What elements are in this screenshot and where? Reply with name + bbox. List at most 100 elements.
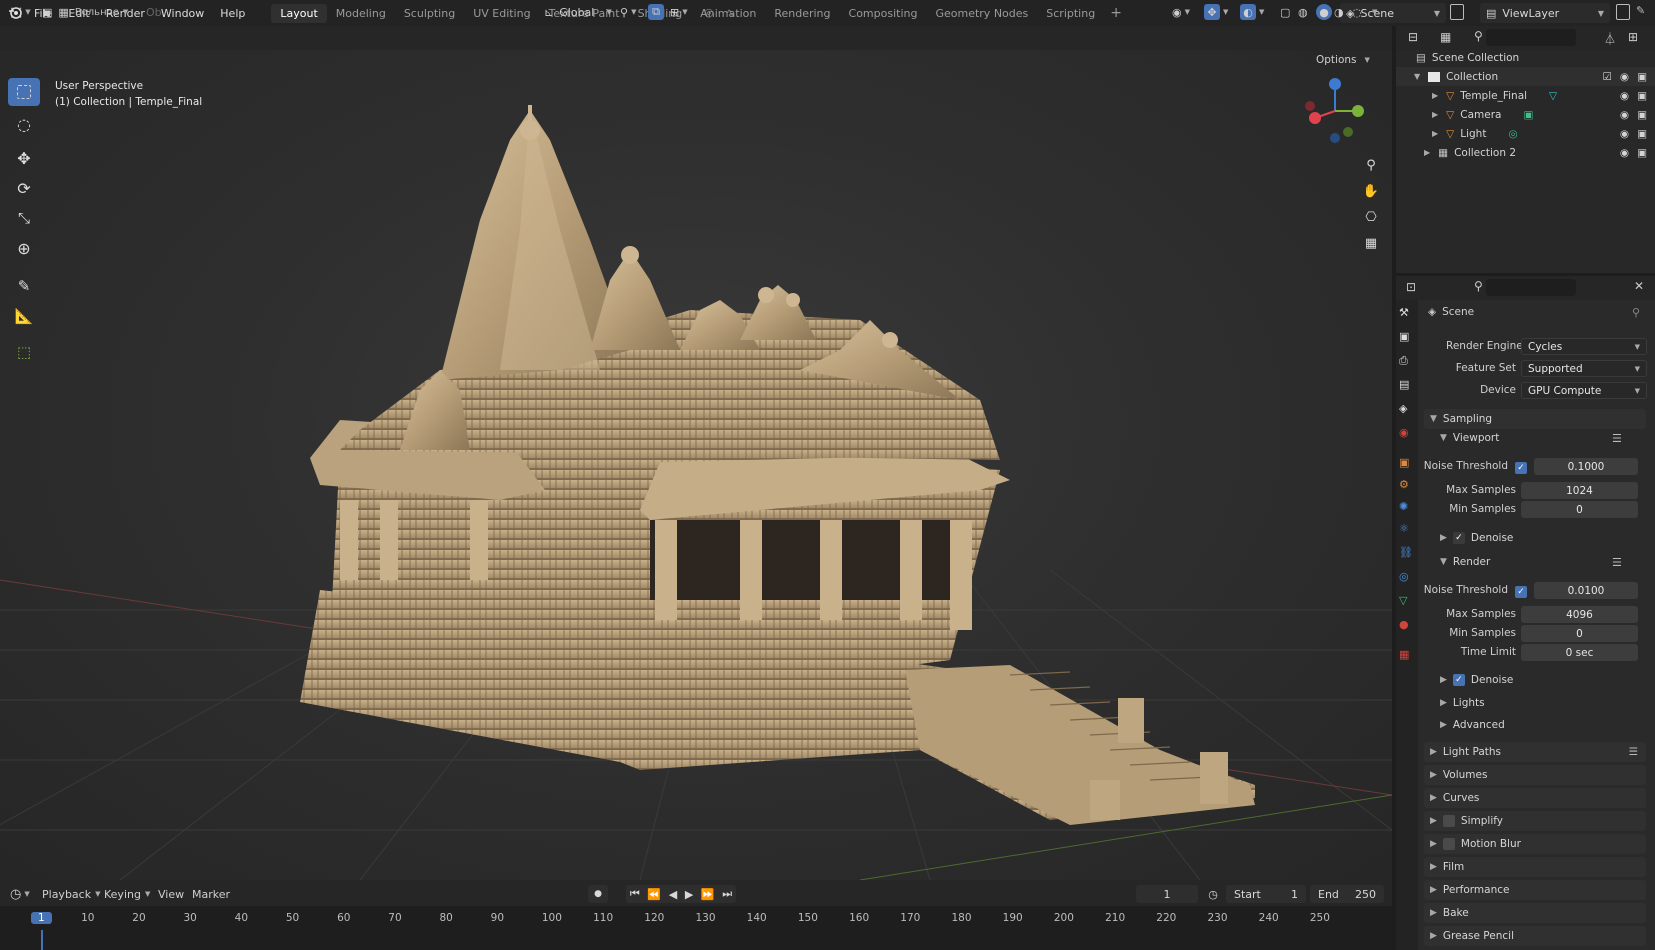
texture-tab-icon[interactable]: ▦ (1399, 648, 1415, 664)
overlay-toggle[interactable]: ◐ ▼ (1240, 3, 1264, 21)
properties-search-input[interactable] (1486, 279, 1576, 296)
render-min-samples-field[interactable]: 0 (1521, 625, 1638, 642)
view-menu[interactable]: Ob (146, 3, 162, 21)
device-dropdown[interactable]: GPU Compute ▼ (1521, 382, 1647, 399)
shading-material[interactable]: ◑ (1334, 3, 1344, 21)
render-max-samples-field[interactable]: 4096 (1521, 606, 1638, 623)
close-icon[interactable]: ✕ (1634, 279, 1644, 293)
exclude-checkbox-icon[interactable]: ☑ (1602, 71, 1611, 83)
timeline-track[interactable]: 1 10 20 30 40 50 60 70 80 90 100 110 120 130 140 150 160… (0, 906, 1392, 950)
jump-end-icon[interactable]: ⏭ (722, 887, 732, 901)
3d-viewport[interactable]: User Perspective (1) Collection | Temple… (0, 50, 1392, 880)
tool-select-box[interactable] (8, 78, 40, 106)
render-denoise-subpanel[interactable]: ▶ ✓ Denoise (1440, 674, 1513, 686)
gizmo-toggle[interactable]: ✥ ▼ (1204, 3, 1228, 21)
physics-tab-icon[interactable]: ⚛ (1399, 522, 1415, 538)
end-frame-field[interactable]: End 250 (1310, 885, 1384, 903)
outliner-row-collection[interactable]: ▼ Collection ☑ ◉ ▣ (1396, 67, 1655, 86)
start-frame-field[interactable]: Start 1 (1226, 885, 1306, 903)
new-collection-icon[interactable]: ⊞ (1628, 30, 1638, 44)
visibility-dropdown[interactable]: ◉ ▼ (1172, 3, 1190, 21)
preset-list-icon[interactable]: ☰ (1612, 556, 1622, 569)
viewport-min-samples-field[interactable]: 0 (1521, 501, 1638, 518)
grease-pencil-panel[interactable]: ▶ Grease Pencil (1424, 926, 1646, 946)
render-time-limit-field[interactable]: 0 sec (1521, 644, 1638, 661)
lights-subpanel[interactable]: ▶ Lights (1440, 697, 1485, 709)
object-tab-icon[interactable]: ▣ (1399, 456, 1415, 472)
render-engine-dropdown[interactable]: Cycles ▼ (1521, 338, 1647, 355)
playhead-line[interactable] (41, 930, 43, 950)
constraints-tab-icon[interactable]: ⛓ (1399, 546, 1415, 562)
viewport-denoise-subpanel[interactable]: ▶ ✓ Denoise (1440, 532, 1513, 544)
timeline-editor-type[interactable]: ◷ ▼ (10, 885, 30, 903)
film-panel[interactable]: ▶ Film (1424, 857, 1646, 877)
eye-icon[interactable]: ◉ (1620, 90, 1629, 102)
tool-add-cube[interactable]: ⬚ (8, 338, 40, 366)
volumes-panel[interactable]: ▶ Volumes (1424, 765, 1646, 785)
performance-panel[interactable]: ▶ Performance (1424, 880, 1646, 900)
pivot-point-button[interactable]: ⚲ ▼ (620, 3, 636, 21)
menu-help[interactable]: Help (212, 7, 253, 20)
add-workspace-icon[interactable]: + (1104, 5, 1128, 21)
pin-icon[interactable]: ⚲ (1632, 306, 1640, 319)
proportional-edit-toggle[interactable]: ◎ (704, 3, 714, 21)
marker-menu[interactable]: Marker (192, 885, 230, 903)
play-reverse-icon[interactable]: ◀ (669, 888, 677, 901)
view-layer-selector[interactable]: ▤ ViewLayer ▼ (1480, 3, 1610, 23)
world-tab-icon[interactable]: ◉ (1399, 426, 1415, 442)
particles-tab-icon[interactable]: ✺ (1399, 500, 1415, 516)
eye-icon[interactable]: ◉ (1620, 71, 1629, 83)
eye-icon[interactable]: ◉ (1620, 128, 1629, 140)
camera-render-icon[interactable]: ▣ (1637, 147, 1647, 159)
output-tab-icon[interactable]: ⎙ (1399, 354, 1415, 370)
shading-rendered[interactable]: ◌ (1352, 3, 1362, 21)
tab-geometry-nodes[interactable]: Geometry Nodes (926, 4, 1037, 23)
tab-uv-editing[interactable]: UV Editing (464, 4, 539, 23)
feature-set-dropdown[interactable]: Supported ▼ (1521, 360, 1647, 377)
object-mode-dropdown[interactable]: ▣ ▦ Вольное ▼ (42, 3, 128, 21)
render-tab-icon[interactable]: ▣ (1399, 330, 1415, 346)
expand-icon[interactable]: ▶ (1432, 110, 1438, 119)
tab-rendering[interactable]: Rendering (765, 4, 839, 23)
view-layer-tab-icon[interactable]: ▤ (1399, 378, 1415, 394)
modifier-tab-icon[interactable]: ⚙ (1399, 478, 1415, 494)
view-menu-timeline[interactable]: View (158, 885, 184, 903)
jump-start-icon[interactable]: ⏮ (630, 887, 640, 901)
options-dropdown[interactable]: Options ▼ (1316, 54, 1370, 66)
tool-transform[interactable]: ⊕ (8, 234, 40, 262)
camera-render-icon[interactable]: ▣ (1637, 128, 1647, 140)
sampling-panel-header[interactable]: ▼ Sampling (1424, 409, 1646, 429)
gizmo-z-axis[interactable] (1329, 78, 1341, 90)
viewport-denoise-checkbox[interactable]: ✓ (1452, 532, 1465, 544)
snap-toggle[interactable]: ⧉ (648, 3, 664, 21)
prev-keyframe-icon[interactable]: ⏪ (647, 888, 661, 901)
filter-icon[interactable]: ⏃ (1604, 30, 1616, 47)
expand-icon[interactable]: ▶ (1432, 129, 1438, 138)
expand-icon[interactable]: ▼ (1414, 72, 1420, 81)
shading-options[interactable]: ▼ (1372, 3, 1377, 21)
outliner-row-collection-2[interactable]: ▶ ▦ Collection 2 ◉ ▣ (1396, 143, 1655, 162)
camera-render-icon[interactable]: ▣ (1637, 71, 1647, 83)
tab-layout[interactable]: Layout (271, 3, 327, 23)
play-icon[interactable]: ▶ (685, 888, 693, 901)
render-noise-threshold-field[interactable]: 0.0100 (1534, 582, 1638, 599)
outliner-row-scene-collection[interactable]: ▤ Scene Collection (1396, 48, 1655, 67)
scene-tab-icon[interactable]: ◈ (1399, 402, 1415, 418)
playback-menu[interactable]: Playback ▼ (42, 885, 100, 903)
tab-modeling[interactable]: Modeling (327, 4, 395, 23)
next-keyframe-icon[interactable]: ⏩ (701, 888, 715, 901)
xray-toggle[interactable]: ▢ (1280, 3, 1290, 21)
eye-icon[interactable]: ◉ (1620, 109, 1629, 121)
camera-render-icon[interactable]: ▣ (1637, 90, 1647, 102)
tool-annotate[interactable]: ✎ (8, 272, 40, 300)
simplify-panel[interactable]: ▶ Simplify (1424, 811, 1646, 831)
object-data-tab-icon[interactable]: ◎ (1399, 570, 1415, 586)
camera-render-icon[interactable]: ▣ (1637, 109, 1647, 121)
tool-scale[interactable]: ⤡ (8, 204, 40, 232)
eye-icon[interactable]: ◉ (1620, 147, 1629, 159)
tool-move[interactable]: ✥ (8, 144, 40, 172)
gizmo-x-axis[interactable] (1309, 112, 1321, 124)
viewport-subpanel-header[interactable]: ▼ Viewport (1440, 432, 1499, 444)
search-icon[interactable]: ⚲ (1474, 29, 1483, 43)
keying-menu[interactable]: Keying ▼ (104, 885, 150, 903)
